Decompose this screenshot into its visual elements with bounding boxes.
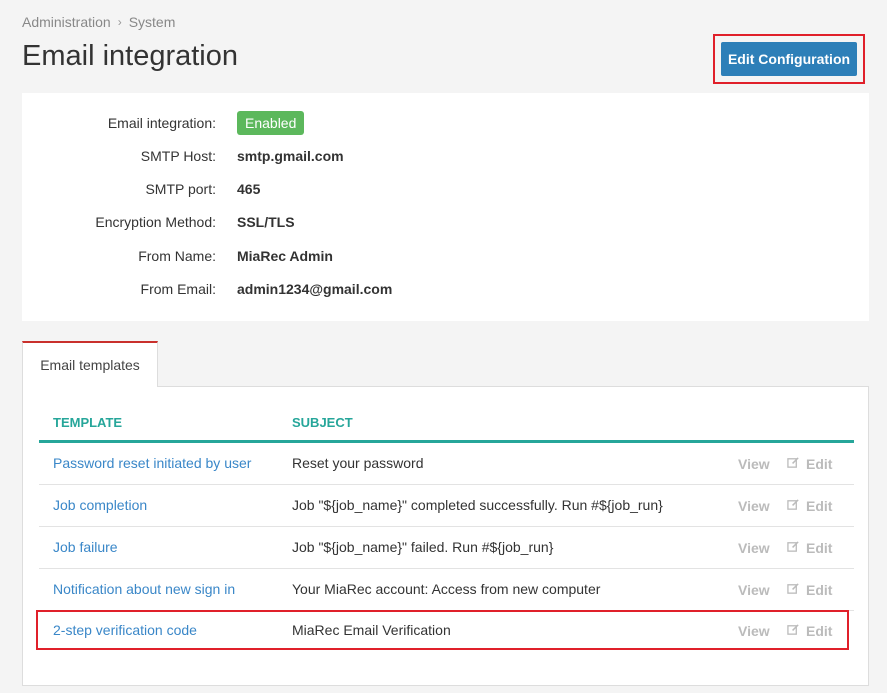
setting-label: SMTP port:	[145, 181, 216, 197]
verification-row-highlight	[36, 610, 849, 650]
setting-label: From Email:	[140, 281, 216, 297]
column-header-subject[interactable]: SUBJECT	[292, 415, 353, 430]
pencil-square-icon[interactable]	[787, 498, 800, 514]
setting-value: 465	[237, 181, 261, 197]
pencil-square-icon[interactable]	[787, 582, 800, 598]
edit-button[interactable]: Edit	[806, 456, 832, 472]
table-row: Notification about new sign in Your MiaR…	[39, 569, 854, 611]
template-link[interactable]: Password reset initiated by user	[53, 455, 251, 471]
tab-email-templates[interactable]: Email templates	[22, 341, 158, 387]
template-link[interactable]: Job failure	[53, 539, 118, 555]
template-link[interactable]: Job completion	[53, 497, 147, 513]
setting-value: admin1234@gmail.com	[237, 281, 393, 297]
setting-value: SSL/TLS	[237, 214, 295, 230]
table-row: Job failure Job "${job_name}" failed. Ru…	[39, 527, 854, 569]
table-row: Job completion Job "${job_name}" complet…	[39, 485, 854, 527]
setting-label: Email integration:	[107, 115, 216, 131]
edit-configuration-button[interactable]: Edit Configuration	[721, 42, 857, 76]
setting-value: smtp.gmail.com	[237, 148, 344, 164]
template-subject: Reset your password	[292, 455, 424, 471]
template-subject: Your MiaRec account: Access from new com…	[292, 581, 601, 597]
setting-label: From Name:	[138, 248, 216, 264]
setting-email-integration: Email integration: Enabled	[22, 111, 305, 135]
setting-value: MiaRec Admin	[237, 248, 333, 264]
table-row: Password reset initiated by user Reset y…	[39, 443, 854, 485]
edit-button[interactable]: Edit	[806, 498, 832, 514]
setting-encryption-method: Encryption Method: SSL/TLS	[22, 210, 295, 234]
page-title: Email integration	[22, 40, 238, 72]
setting-smtp-port: SMTP port: 465	[22, 177, 260, 201]
breadcrumb-item-system[interactable]: System	[129, 14, 176, 30]
view-button[interactable]: View	[738, 498, 770, 514]
status-badge: Enabled	[237, 111, 305, 135]
pencil-square-icon[interactable]	[787, 540, 800, 556]
template-subject: Job "${job_name}" failed. Run #${job_run…	[292, 539, 554, 555]
setting-from-name: From Name: MiaRec Admin	[22, 244, 333, 268]
table-header: TEMPLATE SUBJECT	[39, 405, 854, 443]
edit-button[interactable]: Edit	[806, 582, 832, 598]
template-subject: Job "${job_name}" completed successfully…	[292, 497, 663, 513]
email-settings-panel: Email integration: Enabled SMTP Host: sm…	[22, 93, 869, 321]
view-button[interactable]: View	[738, 540, 770, 556]
chevron-right-icon: ›	[117, 15, 122, 29]
pencil-square-icon[interactable]	[787, 456, 800, 472]
template-link[interactable]: Notification about new sign in	[53, 581, 235, 597]
setting-smtp-host: SMTP Host: smtp.gmail.com	[22, 144, 344, 168]
edit-configuration-highlight: Edit Configuration	[713, 34, 865, 84]
column-header-template[interactable]: TEMPLATE	[53, 415, 122, 430]
edit-button[interactable]: Edit	[806, 540, 832, 556]
view-button[interactable]: View	[738, 456, 770, 472]
setting-from-email: From Email: admin1234@gmail.com	[22, 277, 393, 301]
breadcrumb-item-administration[interactable]: Administration	[22, 14, 111, 30]
view-button[interactable]: View	[738, 582, 770, 598]
setting-label: SMTP Host:	[140, 148, 216, 164]
breadcrumb: Administration › System	[22, 14, 175, 30]
setting-label: Encryption Method:	[95, 214, 216, 230]
